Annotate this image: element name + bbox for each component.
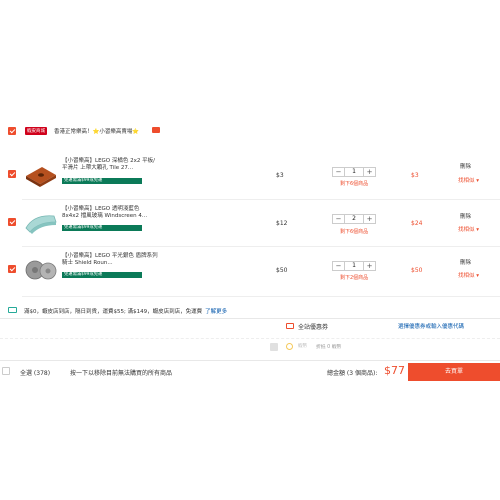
qty-plus-button[interactable]: + xyxy=(363,262,375,270)
truck-icon xyxy=(8,307,17,313)
quantity-stepper: − 2 + xyxy=(332,214,376,224)
coin-label: 蝦幣 xyxy=(298,344,307,349)
stock-note: 剩下6個商品 xyxy=(340,181,369,187)
promo-tag: 免運需滿$99或免運 xyxy=(62,272,142,278)
shop-name[interactable]: 香港正常樂高！⭐️小習樂高賣場⭐️ xyxy=(54,127,139,135)
promo-tag: 免運需滿$99或免運 xyxy=(62,178,142,184)
promo-tag: 免運需滿$99或免運 xyxy=(62,225,142,231)
item-subtotal: $3 xyxy=(411,172,419,179)
checkout-footer: 全選 (378) 按一下以移除目前無法購買的所有商品 總金額 (3 個商品): … xyxy=(0,360,500,382)
product-thumbnail[interactable] xyxy=(24,158,58,192)
qty-plus-button[interactable]: + xyxy=(363,215,375,223)
mall-badge: 蝦皮商城 xyxy=(25,127,47,135)
coin-discount: 折抵 0 蝦幣 xyxy=(316,345,342,350)
total-label: 總金額 (3 個商品): xyxy=(327,370,378,377)
find-similar-link[interactable]: 找相似 ▾ xyxy=(458,176,479,184)
delete-link[interactable]: 刪除 xyxy=(460,258,471,266)
ticket-icon xyxy=(286,323,294,329)
find-similar-link[interactable]: 找相似 ▾ xyxy=(458,225,479,233)
total-amount: $77 xyxy=(384,364,405,377)
qty-input[interactable]: 2 xyxy=(345,215,363,223)
chat-icon[interactable] xyxy=(152,127,160,133)
product-thumbnail[interactable] xyxy=(24,206,58,240)
qty-minus-button[interactable]: − xyxy=(333,262,345,270)
item-checkbox[interactable] xyxy=(8,170,16,178)
select-all-label[interactable]: 全選 (378) xyxy=(20,368,50,377)
remove-invalid-link[interactable]: 按一下以移除目前無法購買的所有商品 xyxy=(70,368,172,377)
quantity-stepper: − 1 + xyxy=(332,167,376,177)
qty-plus-button[interactable]: + xyxy=(363,168,375,176)
coin-row: 蝦幣 折抵 0 蝦幣 xyxy=(0,338,500,351)
item-subtotal: $24 xyxy=(411,220,423,227)
qty-minus-button[interactable]: − xyxy=(333,215,345,223)
stock-note: 剩下6個商品 xyxy=(340,229,369,235)
delete-link[interactable]: 刪除 xyxy=(460,212,471,220)
divider xyxy=(22,296,500,297)
unit-price: $3 xyxy=(276,172,284,179)
coin-checkbox[interactable] xyxy=(270,343,278,351)
select-all-checkbox[interactable] xyxy=(2,367,10,375)
cart-item: 【小習樂高】LEGO 深橘色 2x2 平板/平滑片 上帶大顆孔 Tile 27.… xyxy=(0,150,500,200)
stock-note: 剩下2個商品 xyxy=(340,275,369,281)
find-similar-link[interactable]: 找相似 ▾ xyxy=(458,271,479,279)
item-title[interactable]: 【小習樂高】LEGO 深橘色 2x2 平板/平滑片 上帶大顆孔 Tile 27.… xyxy=(62,158,158,172)
voucher-row: 全站優惠券 選擇優惠券或輸入優惠代碼 xyxy=(0,318,500,332)
shipping-text: 滿$0，蝦皮店到店，隔日到貨，運費$55; 滿$149，蝦皮店到店，免運費 xyxy=(24,309,203,315)
qty-input[interactable]: 1 xyxy=(345,168,363,176)
unit-price: $50 xyxy=(276,267,288,274)
learn-more-link[interactable]: 了解更多 xyxy=(205,309,227,315)
shipping-info: 滿$0，蝦皮店到店，隔日到貨，運費$55; 滿$149，蝦皮店到店，免運費 了解更… xyxy=(0,306,500,316)
item-title[interactable]: 【小習樂高】LEGO 透明淺藍色 8x4x2 擋風玻璃 Windscreen 4… xyxy=(62,206,158,220)
shop-checkbox[interactable] xyxy=(8,127,16,135)
quantity-stepper: − 1 + xyxy=(332,261,376,271)
item-checkbox[interactable] xyxy=(8,265,16,273)
coin-icon xyxy=(286,343,293,350)
item-checkbox[interactable] xyxy=(8,218,16,226)
voucher-label: 全站優惠券 xyxy=(298,324,329,331)
delete-link[interactable]: 刪除 xyxy=(460,162,471,170)
item-subtotal: $50 xyxy=(411,267,423,274)
shop-header: 蝦皮商城 香港正常樂高！⭐️小習樂高賣場⭐️ xyxy=(0,124,500,140)
checkout-button[interactable]: 去買單 xyxy=(408,363,500,381)
cart-item: 【小習樂高】LEGO 透明淺藍色 8x4x2 擋風玻璃 Windscreen 4… xyxy=(0,198,500,248)
voucher-select-link[interactable]: 選擇優惠券或輸入優惠代碼 xyxy=(398,322,464,330)
qty-input[interactable]: 1 xyxy=(345,262,363,270)
cart-item: 【小習樂高】LEGO 平光銀色 盾牌系列 騎士 Shield Roun... 免… xyxy=(0,245,500,295)
product-thumbnail[interactable] xyxy=(24,253,58,287)
item-title[interactable]: 【小習樂高】LEGO 平光銀色 盾牌系列 騎士 Shield Roun... xyxy=(62,253,158,267)
unit-price: $12 xyxy=(276,220,288,227)
qty-minus-button[interactable]: − xyxy=(333,168,345,176)
